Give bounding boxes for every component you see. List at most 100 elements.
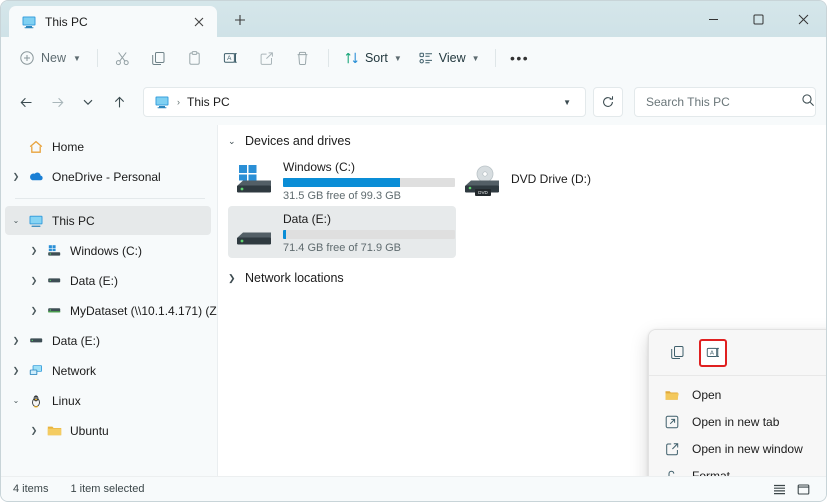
svg-text:DVD: DVD	[478, 190, 488, 195]
file-explorer-window: This PC	[0, 0, 827, 502]
drive-tile-data-e[interactable]: Data (E:) 71.4 GB free of 71.9 GB	[228, 206, 456, 258]
capacity-bar	[283, 230, 455, 239]
capacity-bar-fill	[283, 230, 286, 239]
sort-button[interactable]: Sort ▼	[337, 43, 409, 73]
chevron-down-icon[interactable]: ⌄	[5, 216, 27, 225]
chevron-down-icon: ▼	[73, 54, 81, 63]
forward-button[interactable]	[42, 87, 72, 117]
minimize-button[interactable]	[691, 1, 736, 37]
menu-item-format[interactable]: Format...	[649, 462, 826, 476]
sidebar-item-mydataset-z[interactable]: ❯ MyDataset (\\10.1.4.171) (Z:)	[5, 296, 211, 325]
drive-name: DVD Drive (D:)	[511, 160, 678, 186]
chevron-right-icon[interactable]: ❯	[5, 366, 27, 375]
sidebar-item-network[interactable]: ❯ Network	[5, 356, 211, 385]
sidebar-item-label: Windows (C:)	[70, 244, 142, 258]
chevron-right-icon[interactable]: ❯	[23, 246, 45, 255]
sidebar-item-windows-c[interactable]: ❯ Windows (C:)	[5, 236, 211, 265]
group-header-devices[interactable]: ⌄ Devices and drives	[218, 125, 826, 152]
group-title: Network locations	[245, 271, 344, 285]
toolbar-divider-3	[495, 49, 496, 67]
drive-tile-dvd-d[interactable]: DVD DVD Drive (D:)	[456, 154, 684, 206]
sidebar-item-home[interactable]: Home	[5, 132, 211, 161]
menu-item-label: Open	[692, 388, 826, 402]
tab-title: This PC	[45, 15, 181, 29]
group-header-network[interactable]: ❯ Network locations	[218, 262, 826, 289]
sort-arrows-icon	[344, 50, 360, 66]
sidebar-item-label: Linux	[52, 394, 81, 408]
sidebar-item-this-pc[interactable]: ⌄ This PC	[5, 206, 211, 235]
chevron-down-icon[interactable]: ▼	[555, 98, 579, 107]
search-box[interactable]	[634, 87, 816, 117]
drive-capacity-text: 71.4 GB free of 71.9 GB	[283, 242, 450, 254]
see-more-button[interactable]: •••	[504, 43, 536, 73]
context-menu: A Open Enter	[648, 329, 826, 476]
sidebar-item-label: Data (E:)	[52, 334, 100, 348]
chevron-down-icon[interactable]: ⌄	[228, 136, 238, 147]
maximize-button[interactable]	[736, 1, 781, 37]
recent-locations-button[interactable]	[73, 87, 103, 117]
chevron-right-icon[interactable]: ❯	[5, 172, 27, 181]
chevron-right-icon[interactable]: ❯	[23, 306, 45, 315]
copy-button[interactable]	[142, 43, 176, 73]
cut-button[interactable]	[106, 43, 140, 73]
new-tab-icon	[663, 414, 680, 430]
drive-info: Windows (C:) 31.5 GB free of 99.3 GB	[283, 159, 450, 202]
list-view-icon	[418, 50, 434, 66]
dvd-drive-icon: DVD	[462, 161, 502, 201]
chevron-down-icon[interactable]: ⌄	[5, 396, 27, 405]
drive-icon	[234, 213, 274, 253]
copy-button[interactable]	[661, 337, 693, 369]
menu-item-label: Open in new window	[692, 442, 826, 456]
details-view-icon[interactable]	[768, 479, 790, 499]
sidebar-item-ubuntu[interactable]: ❯ Ubuntu	[5, 416, 211, 445]
tab-strip: This PC	[1, 1, 255, 37]
address-bar[interactable]: › This PC ▼	[143, 87, 586, 117]
breadcrumb[interactable]: This PC	[187, 95, 230, 109]
this-pc-icon	[27, 213, 45, 229]
chevron-right-icon[interactable]: ❯	[23, 276, 45, 285]
menu-item-open[interactable]: Open Enter	[649, 381, 826, 408]
rename-button[interactable]: A	[214, 43, 248, 73]
explorer-body: Home ❯ OneDrive - Personal ⌄	[1, 125, 826, 476]
new-window-icon	[663, 441, 680, 457]
menu-item-open-in-new-window[interactable]: Open in new window	[649, 435, 826, 462]
menu-item-open-in-new-tab[interactable]: Open in new tab	[649, 408, 826, 435]
sidebar-item-data-e[interactable]: ❯ Data (E:)	[5, 326, 211, 355]
chevron-right-icon[interactable]: ❯	[228, 273, 238, 284]
drive-tile-windows-c[interactable]: Windows (C:) 31.5 GB free of 99.3 GB	[228, 154, 456, 206]
title-bar: This PC	[1, 1, 826, 37]
back-button[interactable]	[11, 87, 41, 117]
new-button[interactable]: New ▼	[13, 43, 89, 73]
drive-info: DVD Drive (D:)	[511, 159, 678, 186]
delete-button[interactable]	[286, 43, 320, 73]
drive-icon	[45, 272, 63, 289]
close-icon[interactable]	[189, 12, 209, 32]
new-button-label: New	[41, 51, 66, 65]
sidebar-item-data-e-child[interactable]: ❯ Data (E:)	[5, 266, 211, 295]
chevron-right-icon[interactable]: ❯	[5, 336, 27, 345]
share-button[interactable]	[250, 43, 284, 73]
close-button[interactable]	[781, 1, 826, 37]
up-button[interactable]	[104, 87, 134, 117]
large-icons-view-icon[interactable]	[792, 479, 814, 499]
tab-this-pc[interactable]: This PC	[9, 6, 217, 37]
paste-button[interactable]	[178, 43, 212, 73]
sidebar-item-onedrive[interactable]: ❯ OneDrive - Personal	[5, 162, 211, 191]
sidebar-item-label: Home	[52, 140, 84, 154]
new-tab-button[interactable]	[225, 5, 255, 35]
breadcrumb-separator: ›	[177, 97, 180, 107]
drive-name: Data (E:)	[283, 212, 450, 226]
search-icon[interactable]	[801, 93, 815, 112]
rename-button[interactable]: A	[699, 339, 727, 367]
refresh-button[interactable]	[593, 87, 623, 117]
menu-item-label: Format...	[692, 469, 826, 477]
sidebar-item-linux[interactable]: ⌄ Linux	[5, 386, 211, 415]
window-controls	[691, 1, 826, 37]
address-bar-row: › This PC ▼	[1, 79, 826, 125]
view-button[interactable]: View ▼	[411, 43, 487, 73]
chevron-down-icon: ▼	[394, 54, 402, 63]
item-count: 4 items	[13, 483, 48, 495]
chevron-right-icon[interactable]: ❯	[23, 426, 45, 435]
search-input[interactable]	[646, 95, 801, 109]
network-drive-icon	[45, 302, 63, 319]
